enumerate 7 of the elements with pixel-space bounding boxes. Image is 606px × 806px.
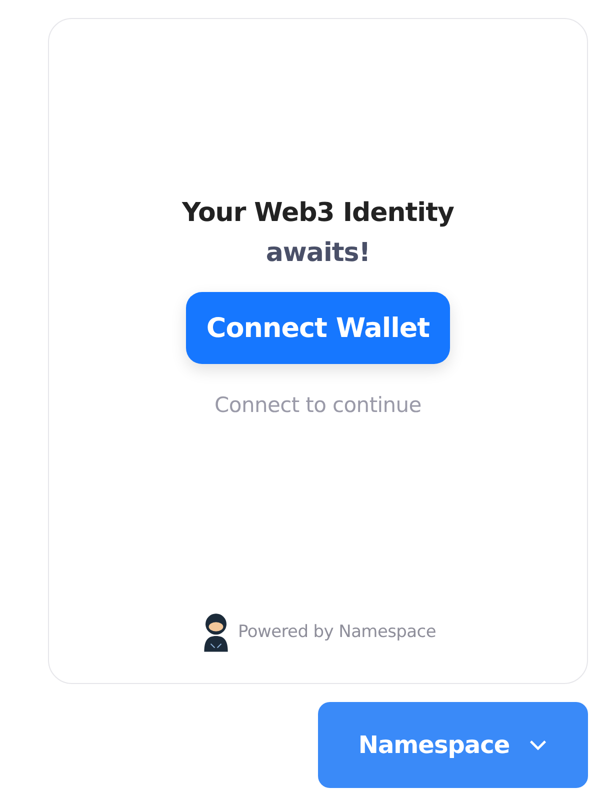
- heading: Your Web3 Identity: [182, 197, 454, 230]
- subheading: awaits!: [266, 237, 370, 270]
- hint-text: Connect to continue: [214, 393, 422, 417]
- chevron-icon: [528, 739, 548, 751]
- connect-wallet-button[interactable]: Connect Wallet: [186, 292, 450, 364]
- powered-by-text: Powered by Namespace: [238, 622, 436, 642]
- namespace-menu-button[interactable]: Namespace: [318, 702, 588, 788]
